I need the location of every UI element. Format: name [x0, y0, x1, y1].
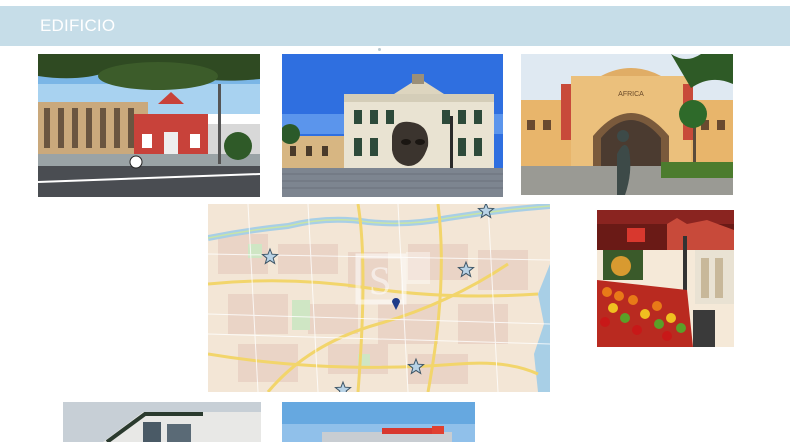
- divider-dot: [378, 48, 381, 51]
- fruit-stand-photo: [597, 210, 734, 347]
- gate-sign-text: AFRICA: [618, 91, 644, 98]
- theater-plaza-photo: [282, 54, 503, 197]
- location-map[interactable]: S: [208, 204, 550, 392]
- storefront-photo: [282, 402, 475, 442]
- header-bar: EDIFICIO: [0, 6, 790, 46]
- market-gate-photo: AFRICA: [521, 54, 733, 195]
- modern-building-photo: [63, 402, 261, 442]
- stadium-photo: [38, 54, 260, 197]
- page-title: EDIFICIO: [40, 16, 116, 35]
- svg-text:S: S: [369, 258, 391, 303]
